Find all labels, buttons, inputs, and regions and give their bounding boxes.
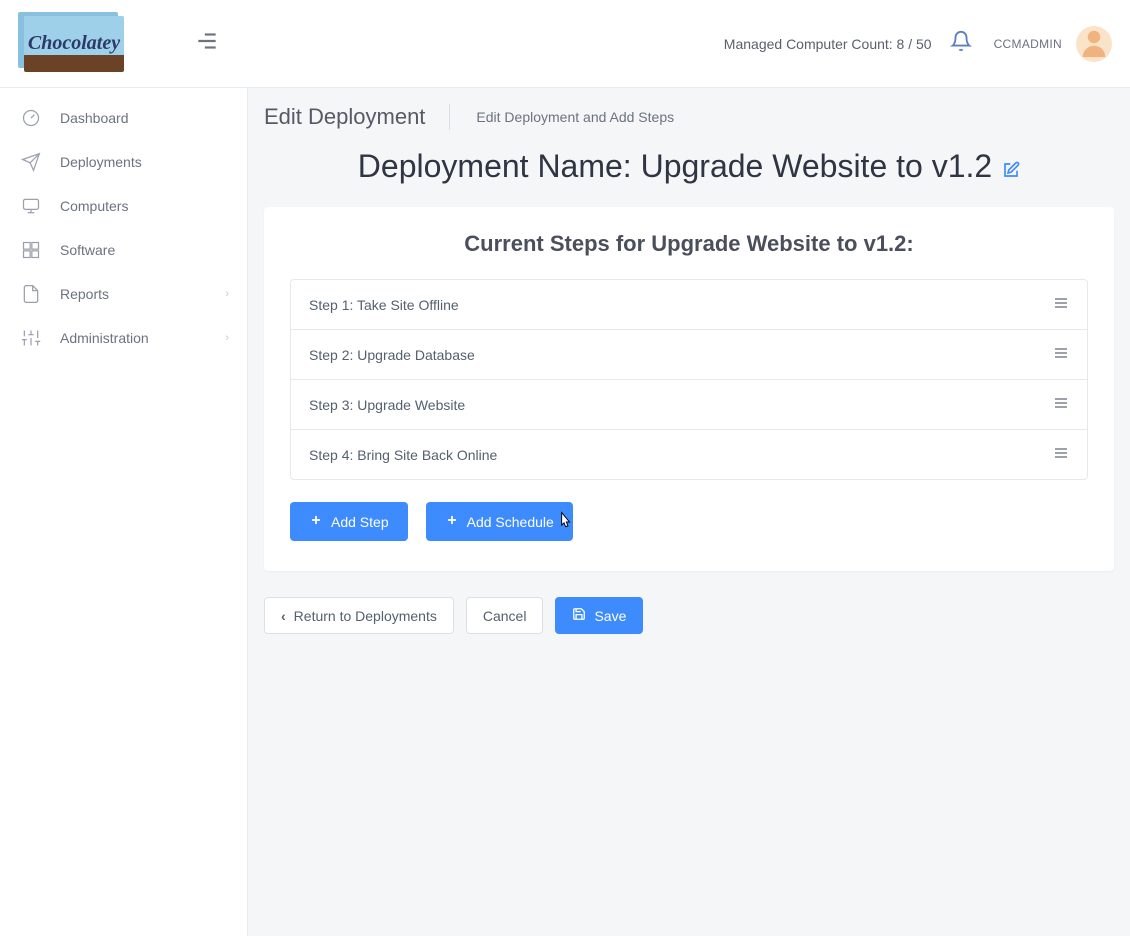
page-subtitle: Edit Deployment and Add Steps [476, 109, 674, 125]
top-header: Chocolatey Managed Computer Count: 8 / 5… [0, 0, 1130, 88]
main-content: Edit Deployment Edit Deployment and Add … [248, 88, 1130, 936]
cursor-icon [554, 511, 574, 536]
drag-handle-icon[interactable] [1053, 296, 1069, 313]
edit-deployment-name-button[interactable] [1002, 150, 1020, 187]
plus-icon [445, 513, 459, 530]
chevron-right-icon: › [225, 332, 229, 344]
add-step-label: Add Step [331, 514, 389, 530]
sidebar-item-label: Computers [60, 198, 128, 214]
save-button[interactable]: Save [555, 597, 643, 634]
edit-icon [1002, 150, 1020, 186]
logo[interactable]: Chocolatey [24, 16, 124, 72]
sidebar-item-dashboard[interactable]: Dashboard [0, 96, 247, 140]
send-icon [20, 152, 42, 172]
menu-toggle-button[interactable] [194, 28, 220, 59]
dashboard-icon [20, 108, 42, 128]
sidebar-item-software[interactable]: Software [0, 228, 247, 272]
sidebar-item-administration[interactable]: Administration › [0, 316, 247, 360]
sidebar-item-label: Dashboard [60, 110, 129, 126]
step-row[interactable]: Step 2: Upgrade Database [290, 329, 1088, 380]
sidebar-item-computers[interactable]: Computers [0, 184, 247, 228]
cancel-label: Cancel [483, 608, 527, 624]
step-label: Step 2: Upgrade Database [309, 347, 475, 363]
save-label: Save [594, 608, 626, 624]
plus-icon [309, 513, 323, 530]
step-row[interactable]: Step 1: Take Site Offline [290, 279, 1088, 330]
grid-icon [20, 240, 42, 260]
deployment-name-heading: Deployment Name: Upgrade Website to v1.2 [264, 148, 1114, 187]
deployment-name-prefix: Deployment Name: [358, 148, 641, 184]
step-label: Step 1: Take Site Offline [309, 297, 459, 313]
file-icon [20, 284, 42, 304]
user-icon [1079, 27, 1109, 62]
sidebar-item-deployments[interactable]: Deployments [0, 140, 247, 184]
steps-card: Current Steps for Upgrade Website to v1.… [264, 207, 1114, 571]
steps-heading: Current Steps for Upgrade Website to v1.… [290, 231, 1088, 257]
monitor-icon [20, 196, 42, 216]
computer-count-text: Managed Computer Count: 8 / 50 [724, 36, 932, 52]
return-label: Return to Deployments [294, 608, 437, 624]
step-row[interactable]: Step 4: Bring Site Back Online [290, 429, 1088, 480]
step-row[interactable]: Step 3: Upgrade Website [290, 379, 1088, 430]
add-schedule-button[interactable]: Add Schedule [426, 502, 573, 541]
menu-icon [194, 41, 220, 58]
add-step-button[interactable]: Add Step [290, 502, 408, 541]
sidebar-item-label: Reports [60, 286, 109, 302]
avatar[interactable] [1076, 26, 1112, 62]
breadcrumb: Edit Deployment Edit Deployment and Add … [264, 104, 1114, 130]
footer-actions: ‹ Return to Deployments Cancel Save [264, 597, 1114, 634]
chevron-left-icon: ‹ [281, 608, 286, 624]
add-schedule-label: Add Schedule [467, 514, 554, 530]
sidebar-item-label: Administration [60, 330, 149, 346]
notifications-button[interactable] [950, 30, 972, 57]
save-icon [572, 607, 586, 624]
deployment-name-value: Upgrade Website to v1.2 [641, 148, 993, 184]
step-label: Step 3: Upgrade Website [309, 397, 465, 413]
sidebar: Dashboard Deployments Computers Software… [0, 88, 248, 936]
bell-icon [950, 30, 972, 57]
drag-handle-icon[interactable] [1053, 446, 1069, 463]
chevron-right-icon: › [225, 288, 229, 300]
cancel-button[interactable]: Cancel [466, 597, 544, 634]
logo-text: Chocolatey [28, 32, 120, 55]
sidebar-item-label: Software [60, 242, 115, 258]
sidebar-item-reports[interactable]: Reports › [0, 272, 247, 316]
sliders-icon [20, 328, 42, 348]
drag-handle-icon[interactable] [1053, 396, 1069, 413]
step-label: Step 4: Bring Site Back Online [309, 447, 497, 463]
username-label[interactable]: CCMADMIN [994, 37, 1062, 51]
page-title: Edit Deployment [264, 104, 450, 130]
sidebar-item-label: Deployments [60, 154, 142, 170]
drag-handle-icon[interactable] [1053, 346, 1069, 363]
return-to-deployments-button[interactable]: ‹ Return to Deployments [264, 597, 454, 634]
